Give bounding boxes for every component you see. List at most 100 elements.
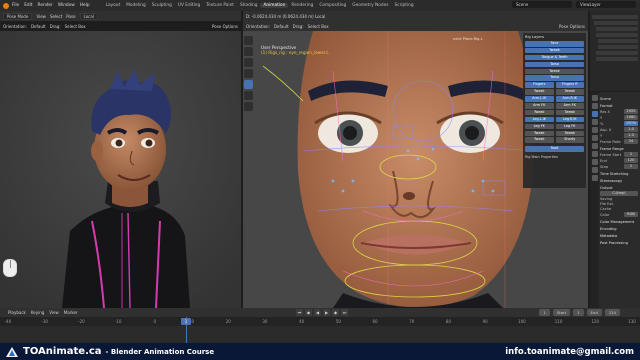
rig-btn-leg-r-ik[interactable]: Leg.R.IK: [555, 116, 584, 123]
rig-btn-leg-tweak-l[interactable]: Tweak: [525, 130, 554, 137]
tab-animation[interactable]: Animation: [260, 3, 289, 8]
view-layer-tab-icon[interactable]: [591, 119, 598, 125]
end-frame-field[interactable]: 120: [604, 309, 620, 316]
output-tab-icon[interactable]: [591, 111, 598, 117]
prev-key-icon[interactable]: ◆: [305, 309, 312, 316]
stereoscopy-header[interactable]: Stereoscopy: [600, 179, 638, 183]
resolution-y-field[interactable]: 1080: [624, 115, 638, 120]
world-tab-icon[interactable]: [591, 135, 598, 141]
select-tool-icon[interactable]: [244, 36, 253, 45]
rig-btn-face-tweak[interactable]: Tweak: [525, 47, 584, 54]
tab-layout[interactable]: Layout: [103, 3, 124, 8]
rig-btn-arm-r-ik[interactable]: Arm.R.IK: [555, 96, 584, 102]
rig-btn-fingers-l[interactable]: Fingers: [525, 82, 554, 88]
rig-btn-fingers-r[interactable]: Fingers R: [555, 82, 584, 88]
frame-ruler[interactable]: -40 -30 -20 -10 0 10 20 30 40 50 60 70 80 90 100 110 120…: [0, 317, 640, 326]
tab-geometry-nodes[interactable]: Geometry Nodes: [349, 3, 391, 8]
menu-marker[interactable]: Marker: [64, 310, 78, 315]
menu-window[interactable]: Window: [58, 3, 75, 8]
time-stretching-header[interactable]: Time Stretching: [600, 172, 638, 176]
move-tool-icon[interactable]: [244, 58, 253, 67]
drag-dropdown[interactable]: Select Box: [308, 24, 329, 29]
resolution-percent-field[interactable]: 100%: [624, 121, 638, 126]
file-extensions-checkbox[interactable]: File Ext.: [600, 202, 614, 206]
encoding-header[interactable]: Encoding: [600, 227, 638, 231]
frame-rate-field[interactable]: 24: [624, 139, 638, 144]
format-section-header[interactable]: Format: [600, 104, 638, 108]
physics-tab-icon[interactable]: [591, 159, 598, 165]
rig-btn-extra-tweak[interactable]: Tweak: [525, 137, 554, 143]
tab-shading[interactable]: Shading: [237, 3, 260, 8]
timeline-editor[interactable]: Playback Keying View Marker ⏮ ◆ ◀ ▶ ◆ ⏭ …: [0, 308, 640, 344]
menu-file[interactable]: File: [12, 3, 19, 8]
blender-logo-icon[interactable]: [3, 2, 9, 9]
measure-tool-icon[interactable]: [244, 102, 253, 111]
color-mode-field[interactable]: RGB: [624, 212, 638, 217]
transform-tool-icon[interactable]: [244, 80, 253, 89]
rig-btn-leg-l-ik[interactable]: Leg.L.IK: [525, 116, 554, 123]
menu-render[interactable]: Render: [38, 3, 53, 8]
playhead-frame-label[interactable]: 1: [181, 318, 191, 325]
tab-scripting[interactable]: Scripting: [392, 3, 417, 8]
metadata-header[interactable]: Metadata: [600, 234, 638, 238]
rig-btn-leg-r-fk[interactable]: Leg FK: [555, 123, 584, 130]
tab-rendering[interactable]: Rendering: [288, 3, 316, 8]
render-tab-icon[interactable]: [591, 103, 598, 109]
menu-help[interactable]: Help: [80, 3, 90, 8]
frame-step-field[interactable]: 1: [624, 164, 638, 169]
annotate-tool-icon[interactable]: [244, 91, 253, 100]
frame-start-field[interactable]: 1: [624, 152, 638, 157]
rig-btn-arm-l-fk[interactable]: Arm FK: [525, 103, 554, 109]
tab-sculpting[interactable]: Sculpting: [149, 3, 175, 8]
post-processing-header[interactable]: Post Processing: [600, 241, 638, 245]
orientation-dropdown[interactable]: Default: [31, 24, 46, 29]
left-viewport[interactable]: [0, 31, 241, 308]
rig-btn-torso-tweak[interactable]: Tweak: [525, 68, 584, 75]
resolution-x-field[interactable]: 1920: [624, 109, 638, 114]
data-tab-icon[interactable]: [591, 175, 598, 181]
output-path-field[interactable]: C:\tmp\: [600, 191, 638, 196]
rig-btn-arm-l-ik[interactable]: Arm.L.IK: [525, 96, 554, 102]
jump-start-icon[interactable]: ⏮: [296, 309, 303, 316]
scene-selector[interactable]: Scene: [512, 1, 572, 8]
frame-range-header[interactable]: Frame Range: [600, 147, 638, 151]
rig-btn-tongue-teeth[interactable]: Tongue & Teeth: [525, 54, 584, 61]
tab-compositing[interactable]: Compositing: [316, 3, 349, 8]
rig-btn-face[interactable]: Face: [525, 41, 584, 47]
tab-texture-paint[interactable]: Texture Paint: [203, 3, 237, 8]
rig-btn-leg-tweak-r[interactable]: Tweak: [555, 130, 584, 137]
rig-btn-root[interactable]: Root: [525, 146, 584, 152]
play-reverse-icon[interactable]: ◀: [314, 309, 321, 316]
menu-view[interactable]: View: [36, 14, 46, 19]
rig-btn-fingers-tweak-r[interactable]: Tweak: [555, 89, 584, 95]
frame-end-field[interactable]: 120: [624, 158, 638, 163]
aspect-x-field[interactable]: 1.0: [624, 127, 638, 132]
constraint-tab-icon[interactable]: [591, 167, 598, 173]
tab-modeling[interactable]: Modeling: [123, 3, 149, 8]
start-frame-field[interactable]: 1: [573, 309, 584, 316]
color-management-header[interactable]: Color Management: [600, 220, 638, 224]
rig-btn-shorty[interactable]: Shorty: [555, 137, 584, 143]
rig-btn-arm-r-fk[interactable]: Arm FK: [555, 103, 584, 109]
cache-result-checkbox[interactable]: Cache: [600, 207, 611, 211]
scene-tab-icon[interactable]: [591, 127, 598, 133]
rig-btn-arm-tweak-r[interactable]: Tweak: [555, 109, 584, 116]
pose-options[interactable]: Pose Options: [559, 24, 585, 29]
orientation-dropdown[interactable]: Default: [274, 24, 289, 29]
output-section-header[interactable]: Output: [600, 186, 638, 190]
menu-select[interactable]: Select: [50, 14, 62, 19]
object-tab-icon[interactable]: [591, 143, 598, 149]
tool-tab-icon[interactable]: [591, 95, 598, 101]
view-layer-selector[interactable]: ViewLayer: [576, 1, 636, 8]
outliner[interactable]: [590, 11, 640, 91]
jump-end-icon[interactable]: ⏭: [341, 309, 348, 316]
next-key-icon[interactable]: ◆: [332, 309, 339, 316]
play-icon[interactable]: ▶: [323, 309, 330, 316]
drag-dropdown[interactable]: Select Box: [65, 24, 86, 29]
mode-dropdown[interactable]: Pose Mode: [3, 12, 33, 20]
saving-checkbox[interactable]: Saving: [600, 197, 612, 201]
aspect-y-field[interactable]: 1.0: [624, 133, 638, 138]
menu-edit[interactable]: Edit: [24, 3, 32, 8]
rig-btn-arm-tweak-l[interactable]: Tweak: [525, 109, 554, 116]
rotate-tool-icon[interactable]: [244, 69, 253, 78]
